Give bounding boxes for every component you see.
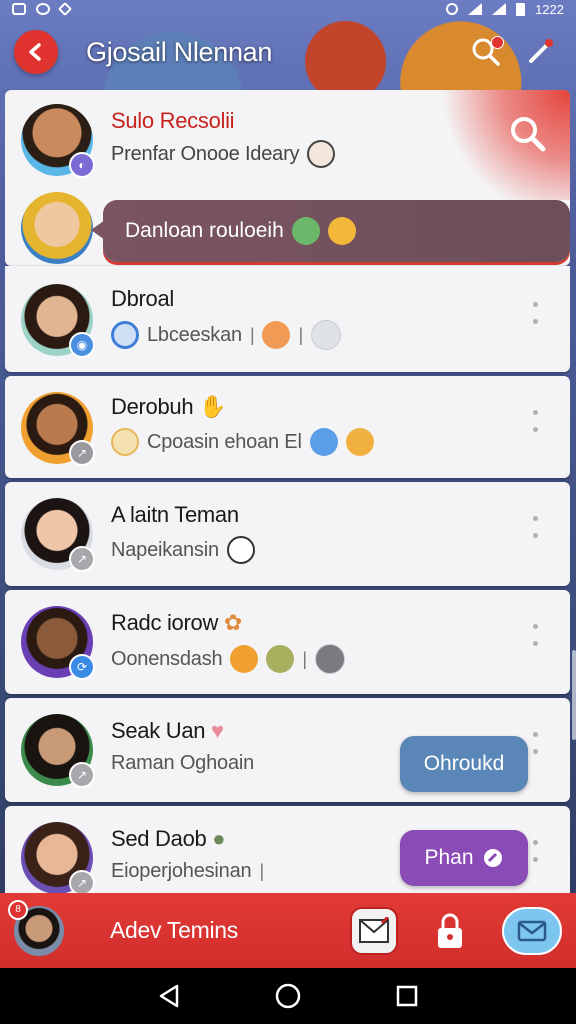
notification-icon xyxy=(12,3,26,15)
compose-button[interactable] xyxy=(350,906,398,955)
scrollbar[interactable] xyxy=(572,650,576,740)
contact-name: Derobuh ✋ xyxy=(111,394,227,419)
message-preview: Napeikansin xyxy=(111,538,219,561)
face-emoji-icon xyxy=(291,217,320,245)
page-title: Gjosail Nlennan xyxy=(86,36,273,67)
circle-home-icon[interactable] xyxy=(274,982,302,1010)
person-emoji-icon: ♥ xyxy=(211,718,224,743)
edit-button[interactable] xyxy=(518,30,562,74)
lock-icon xyxy=(438,913,462,948)
status-bar: 1222 xyxy=(0,0,576,18)
hug-emoji-icon xyxy=(345,428,374,456)
heart-emoji-icon xyxy=(111,321,139,349)
message-bubble[interactable]: Danloan rouloeih xyxy=(91,200,570,262)
triangle-back-icon[interactable] xyxy=(157,983,181,1009)
face-emoji-icon xyxy=(230,645,259,673)
status-badge: ↗ xyxy=(69,440,95,466)
message-preview: Cpoasin ehoan El xyxy=(147,430,302,453)
status-time: 1222 xyxy=(535,1,564,17)
battery-icon xyxy=(516,2,526,16)
avatar[interactable]: ◉ xyxy=(21,284,95,358)
more-options-button[interactable] xyxy=(528,624,542,646)
avatar[interactable] xyxy=(21,192,93,264)
avatar-badge: 8 xyxy=(8,899,28,920)
search-button-card[interactable] xyxy=(508,114,548,159)
status-badge: ↗ xyxy=(69,762,95,788)
smile-emoji-icon xyxy=(226,536,255,564)
avatar[interactable]: ↗ xyxy=(21,714,95,788)
back-button[interactable] xyxy=(14,30,58,74)
alien-emoji-icon: ● xyxy=(212,826,226,851)
contact-name: Sulo Recsolii xyxy=(111,108,235,133)
alarm-icon xyxy=(446,3,459,15)
avatar[interactable]: ↗ xyxy=(21,392,95,466)
status-badge: ↗ xyxy=(69,546,95,572)
avatar[interactable]: ◐ xyxy=(21,104,95,178)
more-options-button[interactable] xyxy=(528,516,542,538)
smile-emoji-icon xyxy=(327,217,356,245)
list-item[interactable]: ↗ Sed Daob ● Eioperjohesinan | Phan xyxy=(5,806,570,896)
avatar[interactable]: ↗ xyxy=(21,822,95,896)
contact-name: A laitn Teman xyxy=(111,502,239,527)
list-item[interactable]: ↗ Derobuh ✋ Cpoasin ehoan El xyxy=(5,376,570,478)
message-preview: Oonensdash xyxy=(111,647,223,670)
signal-icon xyxy=(492,3,507,15)
search-button[interactable] xyxy=(464,30,508,74)
face-emoji-icon xyxy=(111,428,139,456)
message-preview: Prenfar Onooe Ideary xyxy=(111,142,300,165)
avatar[interactable]: ⟳ xyxy=(21,606,95,680)
speech-emoji-icon xyxy=(307,140,336,168)
more-options-button[interactable] xyxy=(528,302,542,324)
face-emoji-icon xyxy=(262,321,291,349)
user-avatar[interactable]: 8 xyxy=(8,899,64,956)
app-header: Gjosail Nlennan xyxy=(0,20,576,84)
sync-icon xyxy=(36,3,50,15)
action-button[interactable]: Phan xyxy=(400,830,528,886)
lock-button[interactable] xyxy=(426,907,474,955)
pen-icon xyxy=(309,428,338,456)
notification-badge xyxy=(491,36,504,49)
square-recents-icon[interactable] xyxy=(395,984,419,1008)
status-badge: ◉ xyxy=(69,332,95,358)
action-button[interactable]: Ohroukd xyxy=(400,736,528,792)
contact-name: Radc iorow ✿ xyxy=(111,610,242,635)
search-glow xyxy=(440,90,570,200)
mail-icon xyxy=(359,916,390,943)
bottom-bar: 8 Adev Temins xyxy=(0,893,576,968)
more-options-button[interactable] xyxy=(528,840,542,862)
search-icon xyxy=(511,117,546,152)
bottom-bar-label[interactable]: Adev Temins xyxy=(110,917,322,944)
message-preview: Raman Oghoain xyxy=(111,752,255,774)
contact-name: Dbroal xyxy=(111,286,175,311)
ribbon-emoji-icon: ✿ xyxy=(223,610,242,635)
more-options-button[interactable] xyxy=(528,410,542,432)
list-item[interactable]: ◐ Sulo Recsolii Prenfar Onooe Ideary Dan… xyxy=(5,90,570,266)
edit-pencil-icon xyxy=(529,39,553,63)
conversation-list[interactable]: ◐ Sulo Recsolii Prenfar Onooe Ideary Dan… xyxy=(5,90,570,896)
face-emoji-icon xyxy=(266,645,295,673)
messages-button[interactable] xyxy=(502,906,562,955)
tag-icon xyxy=(483,849,502,867)
list-item[interactable]: ⟳ Radc iorow ✿ Oonensdash | xyxy=(5,590,570,694)
contact-name: Seak Uan ♥ xyxy=(111,718,224,743)
app-icon xyxy=(57,1,73,17)
wifi-icon xyxy=(468,3,483,15)
record-icon xyxy=(314,644,345,674)
clock-icon xyxy=(310,320,341,350)
list-item[interactable]: ↗ A laitn Teman Napeikansin xyxy=(5,482,570,586)
status-badge: ◐ xyxy=(69,152,95,178)
avatar[interactable]: ↗ xyxy=(21,498,95,572)
message-preview: Eioperjohesinan xyxy=(111,860,252,882)
message-preview: Lbceeskan xyxy=(147,323,242,346)
envelope-icon xyxy=(517,920,547,941)
list-item[interactable]: ◉ Dbroal Lbceeskan | | xyxy=(5,266,570,372)
system-nav-bar xyxy=(0,968,576,1024)
wave-emoji-icon: ✋ xyxy=(199,394,227,419)
more-options-button[interactable] xyxy=(528,732,542,754)
contact-name: Sed Daob ● xyxy=(111,826,226,851)
list-item[interactable]: ↗ Seak Uan ♥ Raman Oghoain Ohroukd xyxy=(5,698,570,802)
back-arrow-icon xyxy=(29,43,41,61)
status-badge: ⟳ xyxy=(69,654,95,680)
